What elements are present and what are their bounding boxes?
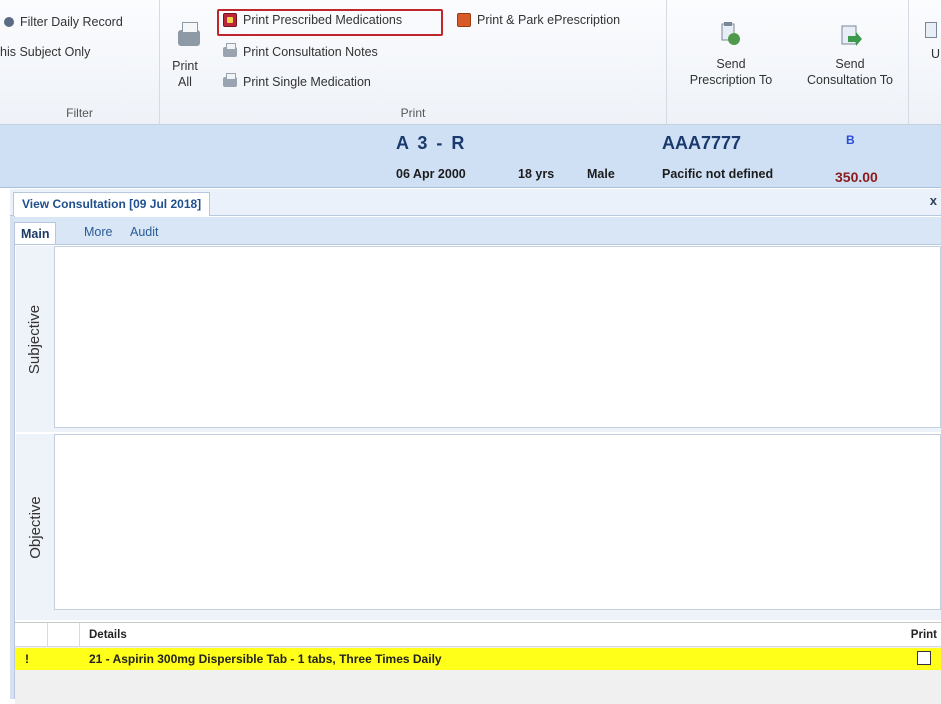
patient-banner: A 3 - R AAA7777 B 06 Apr 2000 18 yrs Mal… [0, 125, 941, 188]
print-all-line2: All [178, 75, 192, 89]
subjective-label-wrap: Subjective [16, 246, 54, 432]
grid-separator [79, 623, 80, 647]
grid-header: Details Print [15, 623, 941, 647]
this-subject-only-label: his Subject Only [0, 45, 91, 59]
filter-icon [4, 17, 14, 27]
print-column-header[interactable]: Print [911, 623, 937, 647]
this-subject-only-button[interactable]: his Subject Only [0, 45, 90, 59]
consultation-subtabs: Main More Audit [14, 217, 941, 245]
send-prescription-label: Send Prescription To [667, 56, 795, 88]
patient-dob: 06 Apr 2000 [396, 167, 466, 181]
send-prescription-button[interactable]: Send Prescription To [667, 0, 795, 100]
print-all-button[interactable]: Print All [160, 0, 210, 100]
send-consultation-label: Send Consultation To [795, 56, 905, 88]
details-column-header[interactable]: Details [89, 623, 127, 647]
send-prescription-line1: Send [716, 57, 746, 71]
print-park-eprescription-label: Print & Park ePrescription [477, 13, 621, 27]
ribbon: Filter Daily Record his Subject Only Fil… [0, 0, 941, 125]
tab-more[interactable]: More [84, 221, 112, 243]
eprescription-icon [457, 13, 471, 27]
send-consultation-line1: Send [835, 57, 865, 71]
send-group: Send Prescription To Send Consultation T… [667, 0, 909, 125]
send-prescription-line2: Prescription To [689, 73, 773, 87]
subjective-textarea[interactable] [54, 246, 941, 428]
print-group-label: Print [400, 106, 426, 120]
small-printer-icon [223, 73, 237, 87]
printer-icon [178, 22, 200, 46]
consultation-send-icon [841, 25, 862, 46]
print-checkbox[interactable] [917, 651, 931, 665]
medication-grid: Details Print ! 21 - Aspirin 300mg Dispe… [15, 622, 941, 704]
filter-daily-record-button[interactable]: Filter Daily Record [4, 15, 123, 29]
row-details: 21 - Aspirin 300mg Dispersible Tab - 1 t… [89, 652, 442, 666]
print-consultation-notes-label: Print Consultation Notes [243, 45, 378, 59]
print-single-medication-button[interactable]: Print Single Medication [223, 73, 371, 89]
cut-off-icon [925, 22, 937, 38]
filter-group: Filter Daily Record his Subject Only Fil… [0, 0, 160, 125]
patient-age: 18 yrs [518, 167, 555, 181]
table-row[interactable]: ! 21 - Aspirin 300mg Dispersible Tab - 1… [15, 648, 941, 670]
tab-audit[interactable]: Audit [130, 221, 159, 243]
objective-textarea[interactable] [54, 434, 941, 610]
send-consultation-button[interactable]: Send Consultation To [795, 0, 905, 100]
highlight-box [217, 9, 443, 36]
filter-group-label: Filter [66, 106, 93, 120]
patient-gender: Male [587, 167, 615, 181]
objective-label: Objective [26, 495, 44, 559]
patient-name: A 3 - R [396, 133, 467, 153]
cut-off-label: U [931, 47, 941, 61]
print-all-label: Print All [160, 58, 210, 90]
patient-badge: B [846, 133, 855, 147]
subjective-section: Subjective [16, 246, 941, 432]
small-printer-icon [223, 43, 237, 57]
grid-separator [47, 623, 48, 647]
row-marker: ! [25, 652, 29, 666]
patient-ethnicity: Pacific not defined [662, 167, 774, 181]
subjective-label: Subjective [26, 304, 44, 374]
print-single-medication-label: Print Single Medication [243, 75, 371, 89]
send-consultation-line2: Consultation To [807, 73, 893, 87]
view-consultation-tab[interactable]: View Consultation [09 Jul 2018] [13, 192, 211, 216]
objective-section: Objective [16, 434, 941, 620]
patient-id: AAA7777 [662, 133, 742, 153]
close-icon[interactable]: x [930, 193, 937, 208]
patient-amount: 350.00 [835, 169, 878, 185]
filter-daily-record-label: Filter Daily Record [20, 15, 123, 29]
consultation-tabstrip: View Consultation [09 Jul 2018] x [10, 189, 941, 216]
cut-off-button[interactable]: U [920, 0, 941, 100]
print-park-eprescription-button[interactable]: Print & Park ePrescription [457, 13, 620, 27]
objective-label-wrap: Objective [16, 434, 54, 620]
tab-main[interactable]: Main [14, 222, 57, 244]
print-all-line1: Print [172, 59, 198, 73]
prescription-send-icon [721, 22, 740, 45]
print-consultation-notes-button[interactable]: Print Consultation Notes [223, 43, 378, 59]
